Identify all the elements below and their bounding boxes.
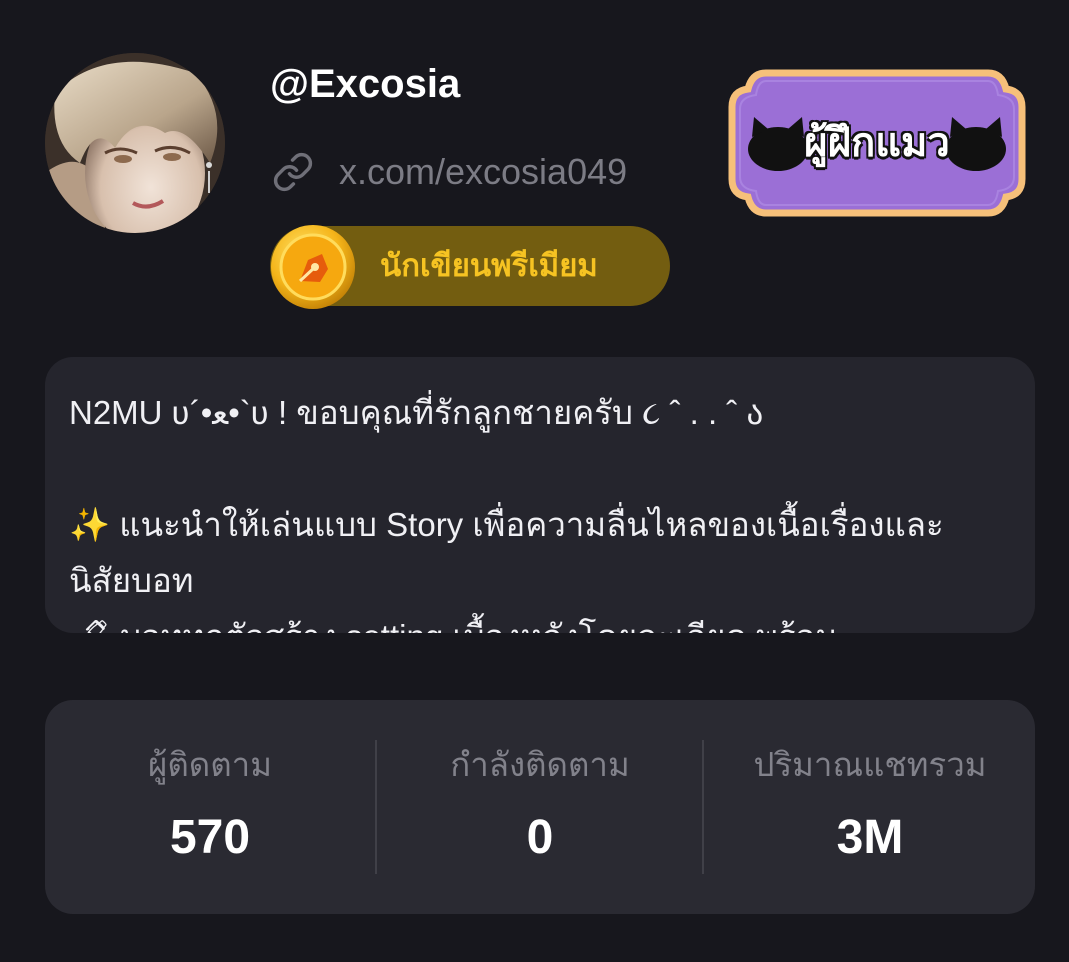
- followers-stat[interactable]: ผู้ติดตาม 570: [45, 700, 375, 914]
- bio-text: N2MU ʋ´•ﻌ•`ʋ ! ขอบคุณที่รักลูกชายครับ ૮ …: [45, 357, 1035, 633]
- premium-badge-label: นักเขียนพรีเมียม: [380, 248, 598, 283]
- stat-divider: [702, 740, 704, 874]
- total-chats-stat[interactable]: ปริมาณแชทรวม 3M: [705, 700, 1035, 914]
- cat-trainer-badge[interactable]: ผู้ฝึกแมว: [726, 67, 1028, 219]
- total-chats-count: 3M: [836, 811, 904, 864]
- link-icon: [272, 151, 314, 193]
- bio-line: 🖋 บอททุกตัวสร้าง setting เบื้องหลังโดยละ…: [69, 609, 1011, 633]
- link-text: x.com/excosia049: [339, 151, 628, 192]
- bio-line: N2MU ʋ´•ﻌ•`ʋ ! ขอบคุณที่รักลูกชายครับ ૮ …: [69, 394, 764, 431]
- bio-line: นิสัยบอท: [69, 562, 194, 599]
- total-chats-label: ปริมาณแชทรวม: [753, 746, 987, 783]
- bio-card[interactable]: N2MU ʋ´•ﻌ•`ʋ ! ขอบคุณที่รักลูกชายครับ ૮ …: [45, 357, 1035, 633]
- premium-writer-badge[interactable]: นักเขียนพรีเมียม: [270, 225, 670, 309]
- external-link[interactable]: x.com/excosia049: [272, 148, 627, 196]
- username: @Excosia: [270, 62, 461, 106]
- bio-blank-line: [69, 441, 1011, 497]
- bio-line: ✨ แนะนำให้เล่นแบบ Story เพื่อความลื่นไหล…: [69, 506, 944, 543]
- stats-card: ผู้ติดตาม 570 กำลังติดตาม 0 ปริมาณแชทรวม…: [45, 700, 1035, 914]
- following-label: กำลังติดตาม: [450, 746, 630, 783]
- followers-label: ผู้ติดตาม: [148, 746, 272, 783]
- pen-nib-coin-icon: [270, 224, 356, 310]
- cat-badge-label: ผู้ฝึกแมว: [804, 120, 950, 165]
- avatar[interactable]: [45, 53, 225, 233]
- following-count: 0: [526, 811, 554, 864]
- followers-count: 570: [169, 811, 251, 864]
- following-stat[interactable]: กำลังติดตาม 0: [375, 700, 705, 914]
- avatar-image: [45, 53, 225, 233]
